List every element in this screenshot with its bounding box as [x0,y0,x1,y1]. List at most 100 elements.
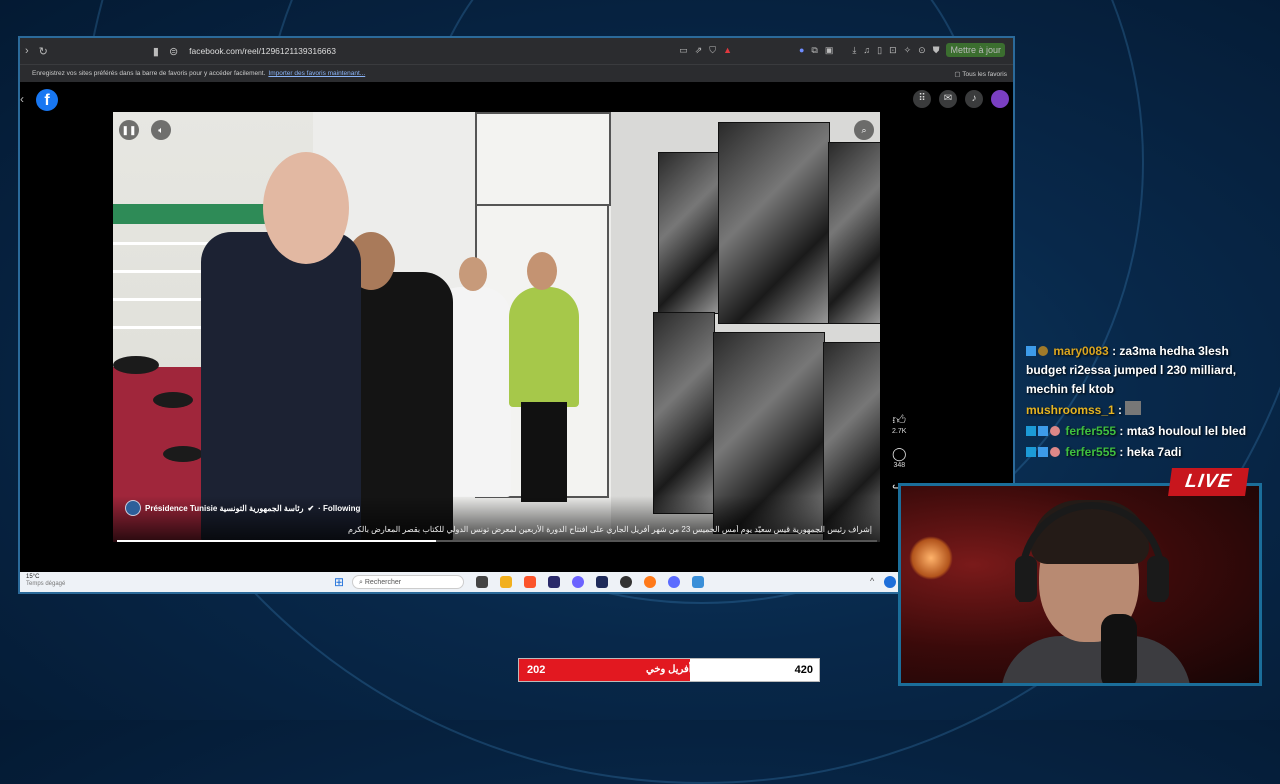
cast-icon[interactable]: ▭ [679,45,688,56]
music-icon[interactable]: ♫ [863,45,870,55]
page-avatar[interactable] [125,500,141,516]
reload-icon[interactable]: ↻ [39,45,48,58]
chat-text: heka 7adi [1126,445,1182,459]
wallet-icon[interactable]: ▣ [825,45,834,56]
address-bar[interactable]: facebook.com/reel/1296121139316663 [189,46,336,56]
following-label[interactable]: · Following [318,504,360,513]
webcam-lamp [909,536,953,580]
app-icon[interactable] [668,576,680,588]
emote-icon [1125,401,1142,415]
comment-icon: ◯ [892,446,907,461]
webcam-feed [898,483,1262,686]
like-button[interactable]: 👍︎ 2.7K [892,412,906,435]
sidebar-icon[interactable]: ▯ [877,45,882,56]
chat-message: ferfer555 : mta3 houloul lel bled [1026,422,1271,441]
ai-icon[interactable]: ✧ [904,45,912,56]
facebook-logo[interactable]: f [36,89,58,111]
video-panel [475,112,611,206]
vpn-icon[interactable]: ⊙ [918,45,926,56]
browser-window: › ↻ ▮ ⊜ facebook.com/reel/12961211393166… [18,36,1015,594]
exhibit-photo [718,122,830,324]
app-icon[interactable] [692,576,704,588]
video-progress-fill [117,540,437,542]
chat-username[interactable]: mushroomss_1 [1026,403,1115,417]
video-drum [153,392,193,408]
share-icon[interactable]: ⇗ [695,45,703,56]
pause-icon[interactable]: ❚❚ [119,120,139,140]
file-explorer-icon[interactable] [500,576,512,588]
poll-left-value: 202 [527,664,546,676]
chat-username[interactable]: ferfer555 [1065,445,1116,459]
chat-message: mary0083 : za3ma hedha 3lesh budget ri2e… [1026,344,1237,396]
update-button[interactable]: Mettre à jour [946,43,1005,57]
task-view-icon[interactable] [476,576,488,588]
page-name[interactable]: Présidence Tunisie رئاسة الجمهورية التون… [145,504,303,513]
tray-icon[interactable] [884,576,896,588]
temperature: 15°C [26,574,40,580]
weather-widget[interactable]: 15°C Temps dégagé [26,574,65,588]
badge-icon [1038,346,1048,356]
brave-icon[interactable] [524,576,536,588]
chat-username[interactable]: mary0083 [1053,344,1108,358]
comment-count: 348 [893,462,906,469]
site-info-icon[interactable]: ⊜ [169,45,178,58]
all-favorites-label: Tous les favoris [962,70,1007,78]
profile-avatar[interactable] [991,90,1009,108]
reel-video[interactable]: ❚❚ 🔈︎ ⌕ Présidence Tunisie رئاسة الجمهور… [113,112,880,542]
poll-right-value: 420 [794,664,813,676]
search-icon[interactable]: ⌕ [854,120,874,140]
download-icon[interactable]: ⤓ [852,45,856,56]
weather-condition: Temps dégagé [26,581,66,587]
tray-chevron-icon[interactable]: ^ [870,576,882,588]
verified-icon: ✔ [307,503,315,513]
stream-chat: mary0083 : za3ma hedha 3lesh budget ri2e… [1026,342,1271,464]
menu-grid-icon[interactable]: ⠿ [913,90,931,108]
browser-toolbar: › ↻ ▮ ⊜ facebook.com/reel/12961211393166… [20,38,1013,64]
bookmarks-bar: Enregistrez vos sites préférés dans la b… [20,64,1013,82]
badge-icon [1050,447,1060,457]
chat-message: ferfer555 : heka 7adi [1026,443,1271,462]
video-progress-bar[interactable] [117,540,877,542]
bookmark-icon[interactable]: ▮ [153,45,159,58]
firefox-icon[interactable] [644,576,656,588]
notifications-icon[interactable]: ♪ [965,90,983,108]
brave-rewards-icon[interactable]: ▲ [723,45,732,55]
headset-earcup [1147,556,1169,602]
obs-icon[interactable] [620,576,632,588]
puzzle-icon[interactable]: ⧉ [811,45,817,56]
video-drum [163,446,203,462]
exhibit-photo [658,152,720,314]
video-drum [113,356,159,374]
premiere-icon[interactable] [548,576,560,588]
back-icon[interactable]: ‹ [20,92,24,106]
forward-icon[interactable]: › [25,45,29,57]
messenger-icon[interactable]: ✉ [939,90,957,108]
screenshot-icon[interactable]: ⊡ [889,45,897,56]
all-favorites-button[interactable]: ▢ Tous les favoris [954,70,1007,78]
headset-earcup [1015,556,1037,602]
taskbar-search[interactable]: ⌕ Rechercher [352,575,464,589]
live-badge: LIVE [1168,468,1249,496]
after-effects-icon[interactable] [596,576,608,588]
poll-bar: 202 ها أفريل وخي 420 [518,658,820,682]
reel-description: إشراف رئيس الجمهورية قيس سعيّد يوم أمس ا… [348,525,872,534]
comment-button[interactable]: ◯ 348 [892,446,907,469]
extension-icon[interactable]: ● [799,45,804,55]
badge-icon [1026,447,1036,457]
thumbs-up-icon: 👍︎ [892,412,906,427]
like-count: 2.7K [892,428,907,435]
poll-question: ها أفريل وخي [646,664,703,675]
badge-icon [1050,426,1060,436]
volume-icon[interactable]: 🔈︎ [151,120,171,140]
badge-icon [1026,346,1036,356]
import-favorites-link[interactable]: Importer des favoris maintenant... [268,70,365,77]
chat-text: mta3 houloul lel bled [1126,424,1247,438]
security-icon[interactable]: ⛊ [933,45,940,56]
chat-username[interactable]: ferfer555 [1065,424,1116,438]
badge-icon [1026,426,1036,436]
shield-icon[interactable]: ⛉ [709,45,716,56]
microphone [1101,614,1137,683]
discord-icon[interactable] [572,576,584,588]
streamer-shirt [1001,636,1191,683]
windows-start-icon[interactable]: ⊞ [334,576,346,588]
